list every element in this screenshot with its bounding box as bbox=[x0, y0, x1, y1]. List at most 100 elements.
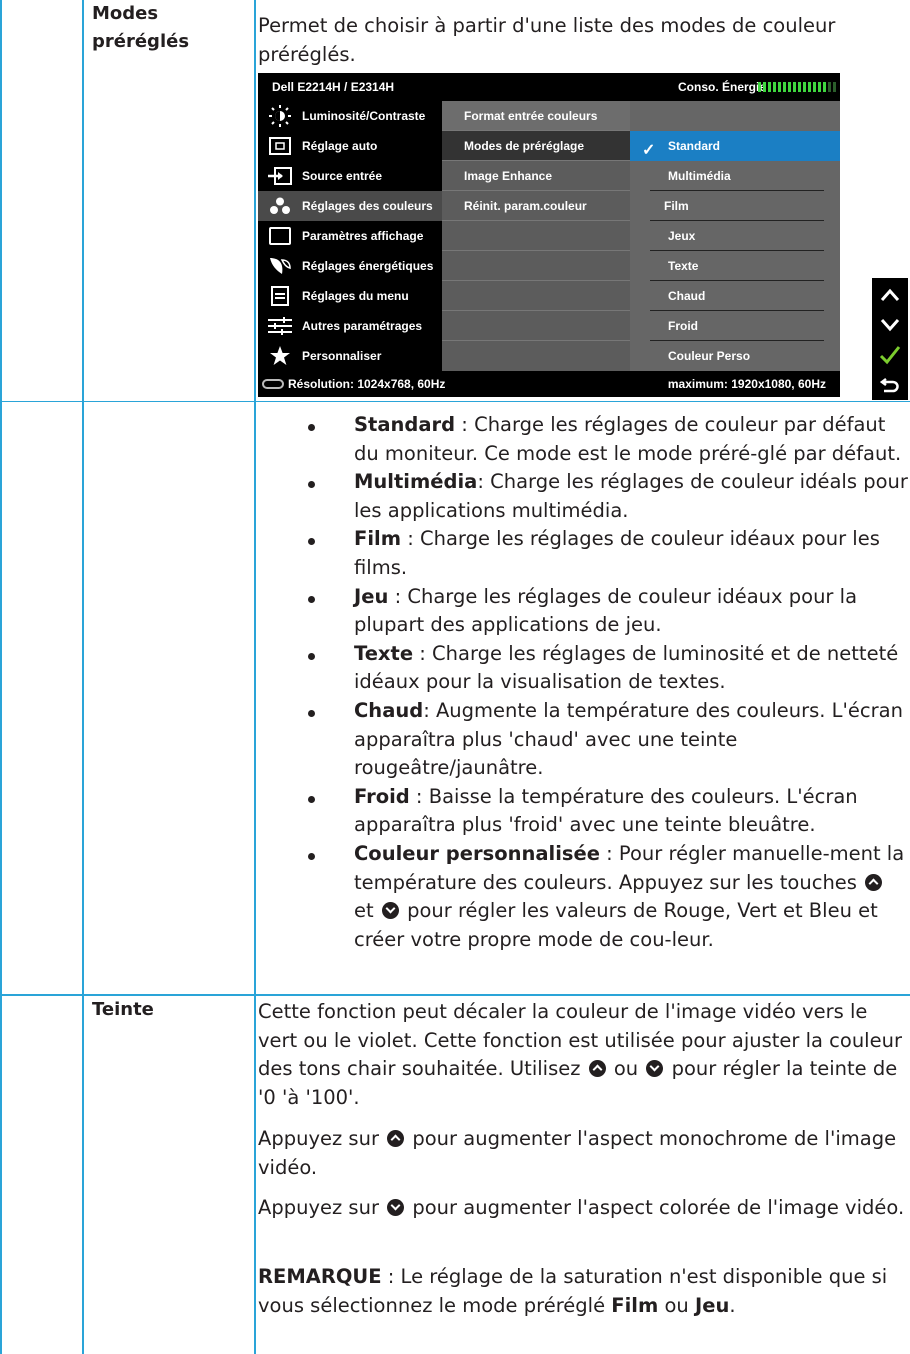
up-button-icon bbox=[387, 1130, 405, 1147]
teinte-paragraph-3: Appuyez sur pour augmenter l'aspect colo… bbox=[258, 1196, 905, 1219]
osd-menu: Dell E2214H / E2314H Conso. Énergie Lumi… bbox=[258, 73, 840, 397]
osd-item-energy[interactable]: Réglages énergétiques bbox=[258, 251, 442, 281]
osd-resolution: Résolution: 1024x768, 60Hz bbox=[288, 377, 446, 391]
power-segment bbox=[808, 82, 811, 92]
osd-submenu-item[interactable]: Réinit. param.couleur bbox=[442, 191, 630, 221]
osd-submenu-empty bbox=[442, 341, 630, 371]
osd-option-label: Chaud bbox=[668, 289, 706, 303]
osd-option-film[interactable]: Film bbox=[630, 191, 840, 221]
list-item: Multimédia: Charge les réglages de coule… bbox=[258, 468, 908, 525]
power-segment bbox=[778, 82, 781, 92]
down-button-icon bbox=[387, 1199, 405, 1216]
osd-item-input-source[interactable]: Source entrée bbox=[258, 161, 442, 191]
osd-item-label: Réglages énergétiques bbox=[302, 259, 434, 273]
osd-item-label: Paramètres affichage bbox=[302, 229, 424, 243]
osd-option-custom[interactable]: Couleur Perso bbox=[630, 341, 840, 371]
osd-option-texte[interactable]: Texte bbox=[630, 251, 840, 281]
list-item: Film : Charge les réglages de couleur id… bbox=[258, 525, 908, 582]
note-label: REMARQUE bbox=[258, 1265, 382, 1288]
osd-item-personalize[interactable]: Personnaliser bbox=[258, 341, 442, 371]
list-item: Couleur personnalisée : Pour régler manu… bbox=[258, 840, 908, 954]
power-segment bbox=[803, 82, 806, 92]
power-segment bbox=[818, 82, 821, 92]
bullet-text: : Charge les réglages de luminosité et d… bbox=[354, 641, 899, 694]
osd-item-display[interactable]: Paramètres affichage bbox=[258, 221, 442, 251]
osd-option-jeux[interactable]: Jeux bbox=[630, 221, 840, 251]
osd-submenu: Format entrée couleurs Modes de prérégla… bbox=[442, 101, 630, 371]
row-intro-modes: Permet de choisir à partir d'une liste d… bbox=[258, 14, 836, 66]
row-divider bbox=[0, 401, 910, 402]
osd-option-label: Couleur Perso bbox=[668, 349, 751, 363]
osd-item-label: Personnaliser bbox=[302, 349, 382, 363]
osd-submenu-item[interactable]: Format entrée couleurs bbox=[442, 101, 630, 131]
other-settings-icon bbox=[258, 317, 302, 335]
osd-option-label: Texte bbox=[668, 259, 699, 273]
power-segment bbox=[833, 82, 836, 92]
star-icon bbox=[258, 346, 302, 366]
osd-item-label: Réglage auto bbox=[302, 139, 378, 153]
power-segment bbox=[768, 82, 771, 92]
osd-power-label: Conso. Énergie bbox=[678, 80, 767, 94]
down-button-icon bbox=[646, 1060, 664, 1078]
osd-submenu-empty bbox=[442, 251, 630, 281]
list-item: Standard : Charge les réglages de couleu… bbox=[258, 411, 908, 468]
osd-max-resolution: maximum: 1920x1080, 60Hz bbox=[667, 377, 826, 391]
auto-adjust-icon bbox=[258, 137, 302, 155]
power-segment bbox=[783, 82, 786, 92]
osd-option-label: Froid bbox=[668, 319, 698, 333]
osd-item-brightness[interactable]: Luminosité/Contraste bbox=[258, 101, 442, 131]
table-col1-border bbox=[82, 0, 84, 1354]
osd-item-auto-adjust[interactable]: Réglage auto bbox=[258, 131, 442, 161]
mode-bullet-list: Standard : Charge les réglages de couleu… bbox=[258, 411, 908, 954]
brightness-icon bbox=[258, 105, 302, 127]
down-icon[interactable] bbox=[872, 310, 908, 340]
osd-option-label: Film bbox=[664, 199, 689, 213]
bullet-term: Chaud bbox=[354, 698, 424, 722]
osd-option-label: Multimédia bbox=[668, 169, 731, 183]
teinte-paragraph-2: Appuyez sur pour augmenter l'aspect mono… bbox=[258, 1127, 897, 1179]
osd-option-froid[interactable]: Froid bbox=[630, 311, 840, 341]
osd-item-label: Source entrée bbox=[302, 169, 383, 183]
bullet-text: : Charge les réglages de couleur idéaux … bbox=[354, 527, 880, 579]
check-icon[interactable] bbox=[872, 340, 908, 370]
down-button-icon bbox=[381, 902, 399, 920]
osd-item-color-settings[interactable]: Réglages des couleurs bbox=[258, 191, 442, 221]
osd-submenu-item[interactable]: Modes de préréglage bbox=[442, 131, 630, 161]
osd-item-label: Réglages du menu bbox=[302, 289, 409, 303]
osd-options: ✓ Standard Multimédia Film Jeux Texte Ch… bbox=[630, 101, 840, 371]
list-item: Texte : Charge les réglages de luminosit… bbox=[258, 640, 908, 697]
osd-option-multimedia[interactable]: Multimédia bbox=[630, 161, 840, 191]
table-col2-border bbox=[254, 0, 256, 1354]
power-segment bbox=[758, 82, 761, 92]
osd-item-menu-settings[interactable]: Réglages du menu bbox=[258, 281, 442, 311]
back-icon[interactable] bbox=[872, 370, 908, 400]
osd-option-standard[interactable]: ✓ Standard bbox=[630, 131, 840, 161]
power-segment bbox=[788, 82, 791, 92]
up-icon[interactable] bbox=[872, 280, 908, 310]
power-segment bbox=[813, 82, 816, 92]
display-icon bbox=[258, 227, 302, 245]
bullet-term: Film bbox=[354, 527, 402, 551]
osd-submenu-empty bbox=[442, 311, 630, 341]
osd-option-chaud[interactable]: Chaud bbox=[630, 281, 840, 311]
bullet-term: Jeu bbox=[354, 584, 389, 608]
power-segment bbox=[793, 82, 796, 92]
row-label-modes: Modes préréglés bbox=[92, 3, 190, 52]
power-segment bbox=[823, 82, 826, 92]
up-button-icon bbox=[588, 1060, 606, 1078]
osd-title: Dell E2214H / E2314H bbox=[272, 80, 395, 94]
osd-submenu-empty bbox=[442, 281, 630, 311]
osd-item-label: Luminosité/Contraste bbox=[302, 109, 426, 123]
power-segment bbox=[798, 82, 801, 92]
teinte-paragraph-1: Cette fonction peut décaler la couleur d… bbox=[258, 1000, 902, 1109]
energy-icon bbox=[258, 256, 302, 276]
osd-submenu-item[interactable]: Image Enhance bbox=[442, 161, 630, 191]
power-segment bbox=[773, 82, 776, 92]
list-item: Jeu : Charge les réglages de couleur idé… bbox=[258, 583, 908, 640]
power-segment bbox=[763, 82, 766, 92]
osd-item-other-settings[interactable]: Autres paramétrages bbox=[258, 311, 442, 341]
osd-main-menu: Luminosité/Contraste Réglage auto Source… bbox=[258, 101, 442, 371]
table-left-border bbox=[0, 0, 2, 1354]
color-icon bbox=[258, 197, 302, 215]
osd-footer: Résolution: 1024x768, 60Hz maximum: 1920… bbox=[258, 371, 840, 397]
